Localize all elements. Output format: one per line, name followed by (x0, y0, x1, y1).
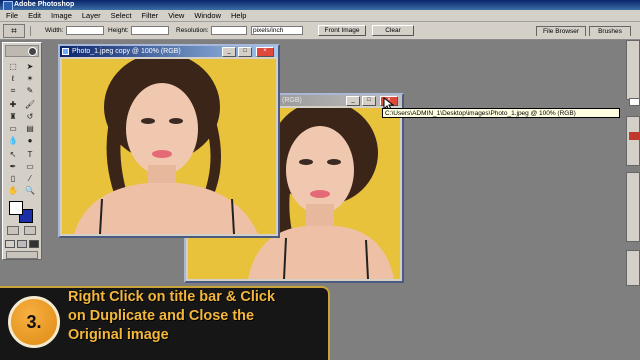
original-maximize-button[interactable]: □ (362, 96, 376, 106)
resolution-units-select[interactable]: pixels/inch (251, 26, 303, 35)
history-panel[interactable] (626, 172, 640, 242)
document-icon (62, 48, 69, 55)
instruction-line-3: Original image (68, 327, 169, 343)
copy-maximize-button[interactable]: □ (238, 47, 252, 57)
app-title: Adobe Photoshop (14, 1, 75, 8)
menu-window[interactable]: Window (190, 10, 227, 22)
eraser-tool-icon[interactable]: ▭ (6, 123, 20, 134)
instruction-line-1: Right Click on title bar & Click (68, 289, 276, 305)
navigator-panel[interactable] (626, 40, 640, 100)
marquee-tool-icon[interactable]: ⬚ (6, 61, 20, 72)
width-input[interactable] (66, 26, 104, 35)
healing-brush-icon[interactable]: ✚ (6, 99, 20, 110)
gradient-tool-icon[interactable]: ▤ (23, 123, 37, 134)
copy-window-title-bar[interactable]: Photo_1.jpeg copy @ 100% (RGB) _ □ × (60, 46, 278, 57)
shape-tool-icon[interactable]: ▭ (23, 161, 37, 172)
color-panel[interactable] (626, 116, 640, 166)
copy-minimize-button[interactable]: _ (222, 47, 236, 57)
panel-tab[interactable] (629, 98, 640, 106)
menu-layer[interactable]: Layer (78, 10, 107, 22)
original-window-title: (RGB) (282, 97, 302, 104)
zoom-tool-icon[interactable]: 🔍 (23, 185, 37, 196)
menu-edit[interactable]: Edit (24, 10, 47, 22)
options-divider (30, 26, 31, 36)
screen-mode-standard-icon[interactable] (5, 240, 15, 248)
copy-image-window[interactable]: Photo_1.jpeg copy @ 100% (RGB) _ □ × (58, 44, 280, 238)
brush-tool-icon[interactable]: 🖌 (23, 99, 37, 110)
menu-view[interactable]: View (164, 10, 190, 22)
screen-mode-full-icon[interactable] (29, 240, 39, 248)
blur-tool-icon[interactable]: 💧 (6, 135, 20, 146)
photoshop-eye-icon[interactable] (28, 47, 37, 56)
original-minimize-button[interactable]: _ (346, 96, 360, 106)
hand-tool-icon[interactable]: ✋ (6, 185, 20, 196)
clear-button[interactable]: Clear (372, 25, 414, 36)
resolution-input[interactable] (211, 26, 247, 35)
tab-file-browser[interactable]: File Browser (536, 26, 586, 36)
history-brush-icon[interactable]: ↺ (23, 111, 37, 122)
standard-mode-icon[interactable] (7, 226, 19, 235)
menu-bar: File Edit Image Layer Select Filter View… (0, 10, 640, 22)
front-image-button[interactable]: Front Image (318, 25, 366, 36)
height-input[interactable] (131, 26, 169, 35)
copy-window-title: Photo_1.jpeg copy @ 100% (RGB) (72, 48, 181, 55)
foreground-color-swatch[interactable] (9, 201, 23, 215)
path-select-icon[interactable]: ↖ (6, 149, 20, 160)
menu-filter[interactable]: Filter (138, 10, 165, 22)
resolution-label: Resolution: (176, 27, 209, 34)
width-label: Width: (45, 27, 64, 34)
crop-tool-preset-icon[interactable]: ⌗ (3, 24, 25, 38)
screen-mode-full-menu-icon[interactable] (17, 240, 27, 248)
copy-close-button[interactable]: × (256, 47, 274, 57)
eyedropper-icon[interactable]: ⁄ (23, 173, 37, 184)
tab-brushes[interactable]: Brushes (589, 26, 631, 36)
dodge-tool-icon[interactable]: ● (23, 135, 37, 146)
quick-mask-icon[interactable] (24, 226, 36, 235)
menu-select[interactable]: Select (107, 10, 138, 22)
file-path-tooltip: C:\Users\ADMIN_1\Desktop\images\Photo_1.… (382, 108, 620, 118)
copy-photo (62, 59, 276, 234)
crop-tool-icon[interactable]: ⌗ (6, 85, 20, 96)
slice-tool-icon[interactable]: ✎ (23, 85, 37, 96)
menu-help[interactable]: Help (227, 10, 252, 22)
color-swatch-red[interactable] (629, 132, 640, 140)
tutorial-instruction: Right Click on title bar & Click on Dupl… (68, 288, 328, 345)
notes-tool-icon[interactable]: ▯ (6, 173, 20, 184)
instruction-line-2: on Duplicate and Close the (68, 308, 255, 324)
move-tool-icon[interactable]: ➤ (23, 61, 37, 72)
pen-tool-icon[interactable]: ✒ (6, 161, 20, 172)
magic-wand-icon[interactable]: ✶ (23, 73, 37, 84)
step-number-badge: 3. (8, 296, 60, 348)
height-label: Height: (108, 27, 129, 34)
app-title-bar: Adobe Photoshop (0, 0, 640, 11)
menu-image[interactable]: Image (47, 10, 78, 22)
palette-header (5, 45, 39, 57)
tools-palette: ⬚ ➤ ℓ ✶ ⌗ ✎ ✚ 🖌 ♜ ↺ ▭ ▤ 💧 ● ↖ T ✒ ▭ ▯ ⁄ … (2, 42, 42, 260)
clone-stamp-icon[interactable]: ♜ (6, 111, 20, 122)
copy-photo-image (62, 59, 276, 234)
menu-file[interactable]: File (2, 10, 24, 22)
type-tool-icon[interactable]: T (23, 149, 37, 160)
lasso-tool-icon[interactable]: ℓ (6, 73, 20, 84)
layers-panel[interactable] (626, 250, 640, 286)
jump-to-imageready-button[interactable] (6, 251, 38, 259)
